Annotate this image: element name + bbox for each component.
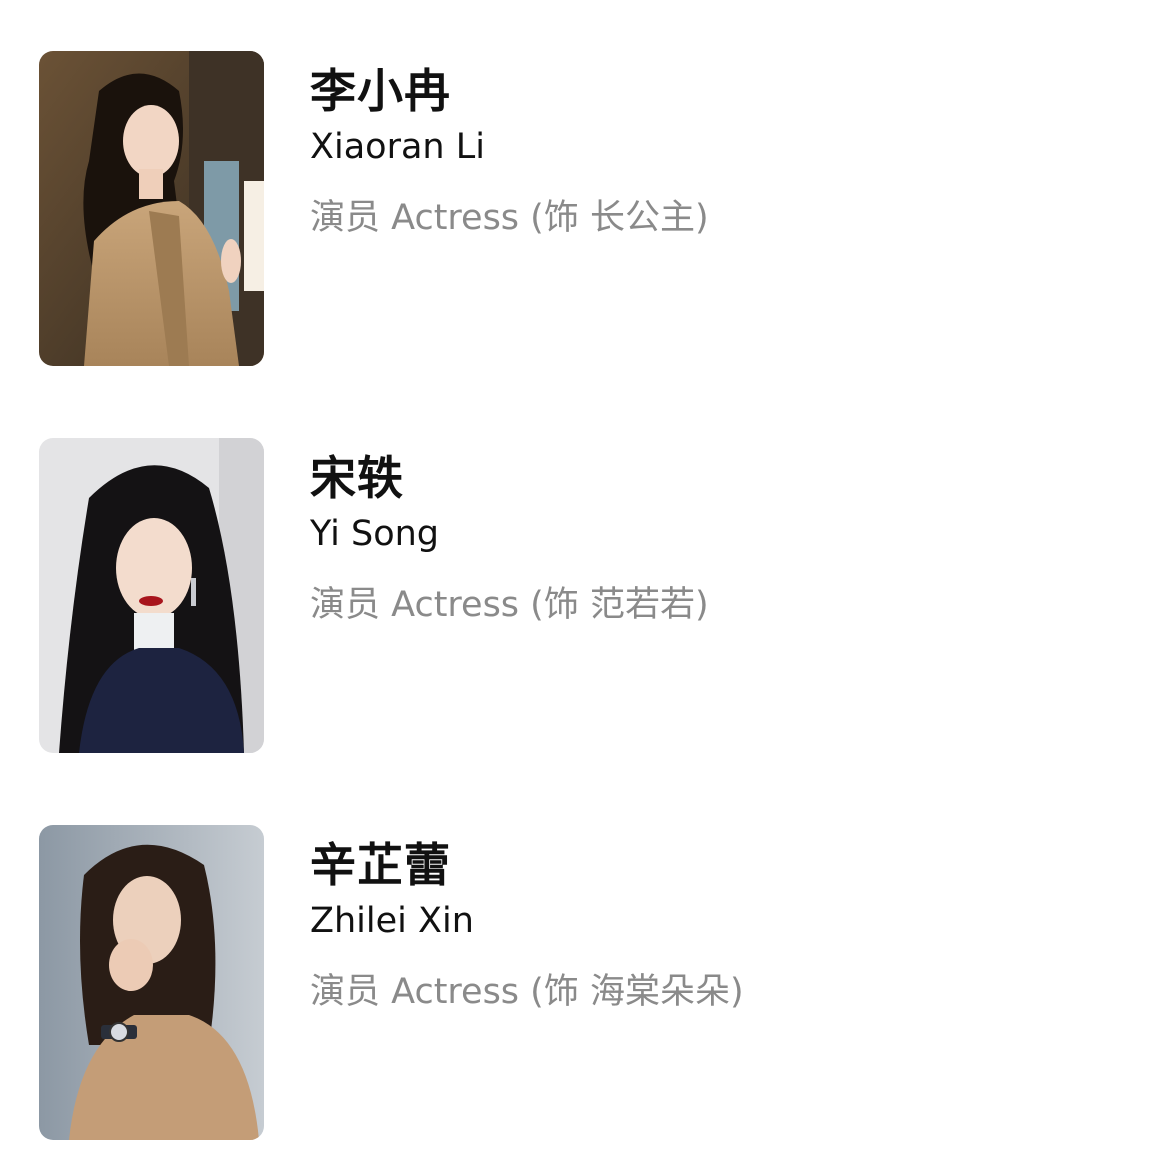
portrait-photo-icon	[39, 438, 264, 753]
cast-item[interactable]: 李小冉 Xiaoran Li 演员 Actress (饰 长公主)	[39, 51, 1129, 367]
cast-role: 演员 Actress (饰 范若若)	[310, 585, 709, 625]
cast-role: 演员 Actress (饰 海棠朵朵)	[310, 972, 744, 1012]
cast-name-cn: 宋轶	[310, 451, 404, 505]
cast-photo[interactable]	[39, 438, 264, 753]
cast-photo[interactable]	[39, 51, 264, 366]
portrait-photo-icon	[39, 825, 264, 1140]
cast-item[interactable]: 宋轶 Yi Song 演员 Actress (饰 范若若)	[39, 438, 1129, 754]
portrait-photo-icon	[39, 51, 264, 366]
cast-name-en: Zhilei Xin	[310, 901, 474, 941]
cast-list: 李小冉 Xiaoran Li 演员 Actress (饰 长公主) 宋轶 Yi …	[0, 0, 1170, 1153]
cast-name-en: Xiaoran Li	[310, 127, 485, 167]
cast-name-cn: 辛芷蕾	[310, 838, 451, 892]
cast-role: 演员 Actress (饰 长公主)	[310, 198, 709, 238]
cast-name-cn: 李小冉	[310, 64, 451, 118]
cast-photo[interactable]	[39, 825, 264, 1140]
cast-item[interactable]: 辛芷蕾 Zhilei Xin 演员 Actress (饰 海棠朵朵)	[39, 825, 1129, 1141]
cast-name-en: Yi Song	[310, 514, 440, 554]
